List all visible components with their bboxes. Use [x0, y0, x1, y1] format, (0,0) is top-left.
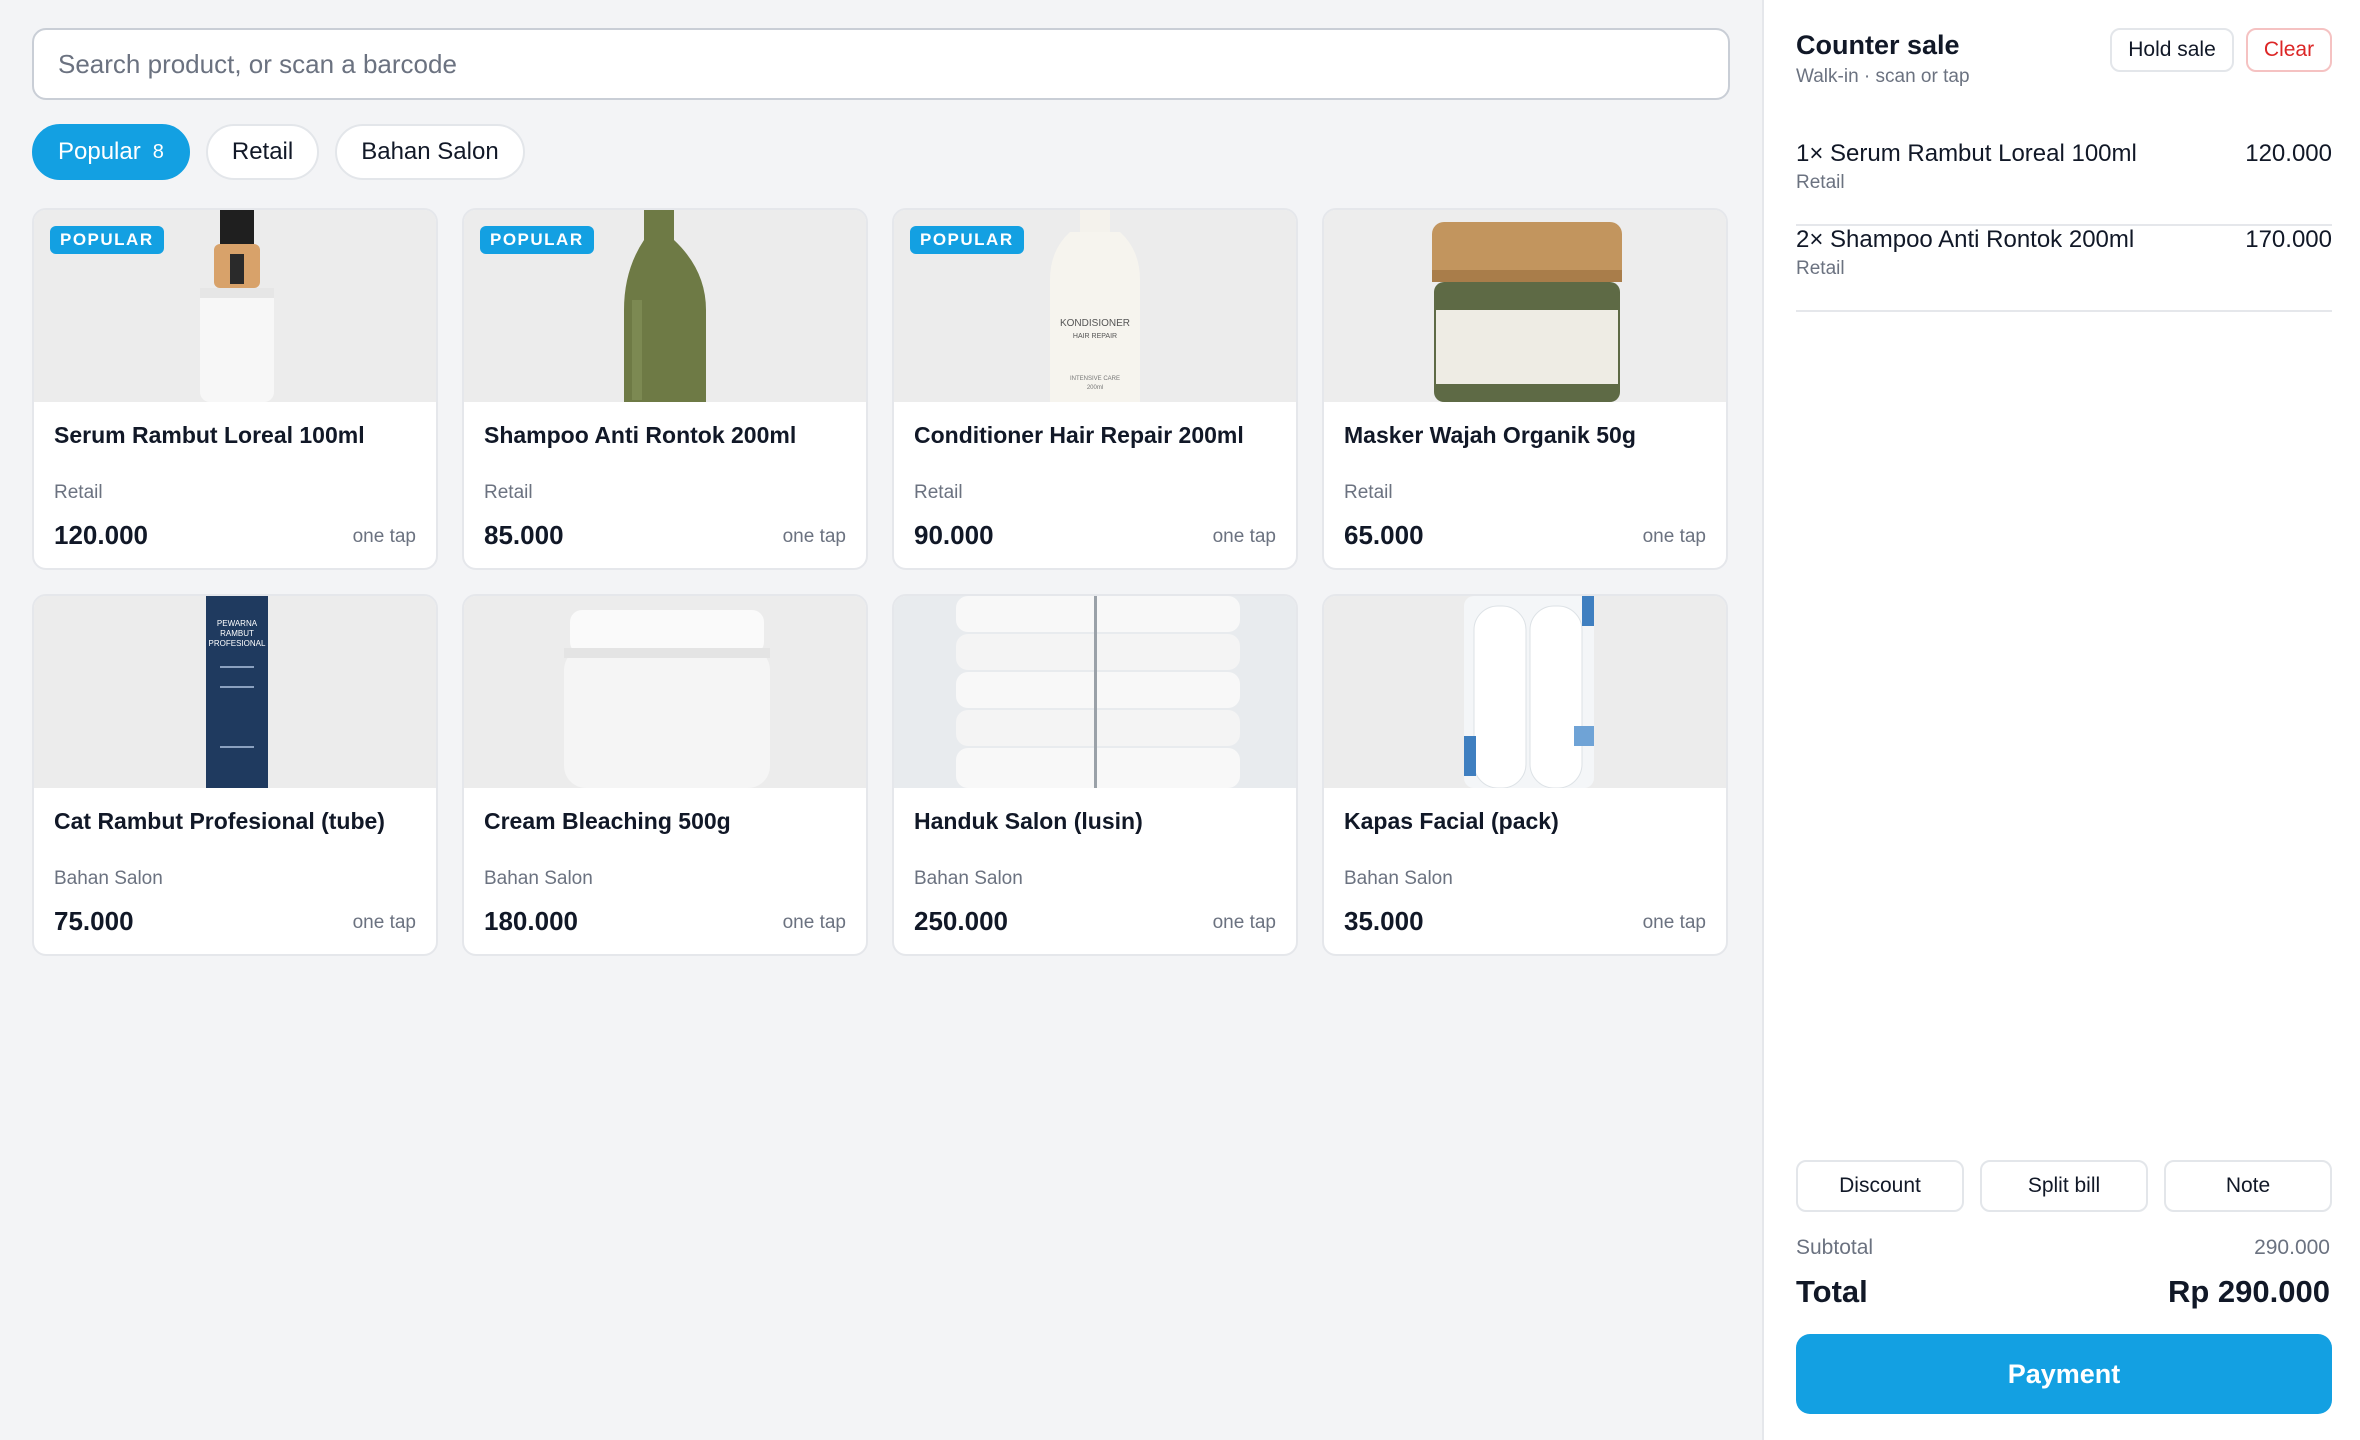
product-card[interactable]: POPULAR Shampoo Anti Rontok 200ml Retail…	[462, 208, 868, 570]
line-item-category: Retail	[1796, 258, 1845, 279]
product-price: 65.000	[1344, 520, 1424, 550]
line-item-amount: 120.000	[2245, 140, 2332, 167]
product-price: 180.000	[484, 906, 578, 936]
one-tap-label: one tap	[1642, 912, 1706, 933]
popular-badge: POPULAR	[910, 226, 1024, 254]
conditioner-label-line-1: KONDISIONER	[1060, 318, 1130, 329]
product-category: Bahan Salon	[1344, 868, 1453, 889]
subtotal-value: 290.000	[2254, 1236, 2330, 1259]
filter-count-badge: 8	[152, 140, 164, 163]
product-category: Bahan Salon	[484, 868, 593, 889]
tube-label-line-3: PROFESIONAL	[209, 639, 266, 648]
product-card[interactable]: KONDISIONER HAIR REPAIR INTENSIVE CARE 2…	[892, 208, 1298, 570]
product-price: 120.000	[54, 520, 148, 550]
search-bar[interactable]	[32, 28, 1730, 100]
total-value: Rp 290.000	[2168, 1274, 2330, 1309]
cotton-pack-icon	[1324, 596, 1726, 788]
category-filters: Popular 8 Retail Bahan Salon	[32, 124, 525, 180]
tube-label-line-1: PEWARNA	[217, 619, 258, 628]
product-price: 75.000	[54, 906, 134, 936]
product-price: 85.000	[484, 520, 564, 550]
payment-button[interactable]: Payment	[1796, 1334, 2332, 1414]
line-item-category: Retail	[1796, 172, 1845, 193]
subtotal-label: Subtotal	[1796, 1236, 1874, 1259]
product-price: 90.000	[914, 520, 994, 550]
total-label: Total	[1796, 1274, 1868, 1309]
filter-chip-popular[interactable]: Popular 8	[32, 124, 190, 180]
cart-line-item[interactable]: 1× Serum Rambut Loreal 100ml Retail 120.…	[1796, 140, 2332, 226]
discount-button[interactable]: Discount	[1796, 1160, 1964, 1212]
product-image: POPULAR	[464, 210, 866, 402]
product-image: KONDISIONER HAIR REPAIR INTENSIVE CARE 2…	[894, 210, 1296, 402]
tube-label-line-2: RAMBUT	[220, 629, 254, 638]
product-card[interactable]: POPULAR Serum Rambut Loreal 100ml Retail…	[32, 208, 438, 570]
product-price: 250.000	[914, 906, 1008, 936]
product-category: Retail	[54, 482, 103, 503]
filter-chip-label: Bahan Salon	[361, 138, 499, 165]
popular-badge: POPULAR	[50, 226, 164, 254]
filter-chip-bahan-salon[interactable]: Bahan Salon	[335, 124, 525, 180]
cream-tub-icon	[464, 596, 866, 788]
towel-stack-icon	[894, 596, 1296, 788]
product-image: PEWARNA RAMBUT PROFESIONAL	[34, 596, 436, 788]
product-name: Handuk Salon (lusin)	[914, 808, 1143, 834]
product-name: Conditioner Hair Repair 200ml	[914, 422, 1244, 448]
product-category: Bahan Salon	[54, 868, 163, 889]
product-card[interactable]: Masker Wajah Organik 50g Retail 65.000 o…	[1322, 208, 1728, 570]
search-input[interactable]	[58, 48, 1704, 80]
filter-chip-retail[interactable]: Retail	[205, 124, 320, 180]
one-tap-label: one tap	[1212, 526, 1276, 547]
one-tap-label: one tap	[782, 912, 846, 933]
product-name: Cat Rambut Profesional (tube)	[54, 808, 385, 834]
product-card[interactable]: Cream Bleaching 500g Bahan Salon 180.000…	[462, 594, 868, 956]
product-card[interactable]: Kapas Facial (pack) Bahan Salon 35.000 o…	[1322, 594, 1728, 956]
product-name: Masker Wajah Organik 50g	[1344, 422, 1636, 448]
one-tap-label: one tap	[1212, 912, 1276, 933]
hold-sale-button[interactable]: Hold sale	[2110, 28, 2234, 72]
line-item-name: 2× Shampoo Anti Rontok 200ml	[1796, 226, 2135, 253]
note-button[interactable]: Note	[2164, 1160, 2332, 1212]
filter-chip-label: Retail	[231, 138, 294, 165]
conditioner-label-line-4: 200ml	[1087, 385, 1103, 391]
conditioner-label-line-3: INTENSIVE CARE	[1070, 376, 1120, 382]
product-image	[894, 596, 1296, 788]
split-bill-button[interactable]: Split bill	[1980, 1160, 2148, 1212]
product-area: Popular 8 Retail Bahan Salon POPULAR	[0, 0, 1762, 1440]
product-name: Serum Rambut Loreal 100ml	[54, 422, 365, 448]
product-image	[1324, 210, 1726, 402]
cart-subtitle: Walk-in · scan or tap	[1796, 66, 1970, 87]
product-name: Kapas Facial (pack)	[1344, 808, 1559, 834]
clear-cart-button[interactable]: Clear	[2246, 28, 2332, 72]
product-category: Retail	[484, 482, 533, 503]
mask-jar-icon	[1324, 210, 1726, 402]
product-image: POPULAR	[34, 210, 436, 402]
product-grid: POPULAR Serum Rambut Loreal 100ml Retail…	[32, 208, 1730, 956]
conditioner-label-line-2: HAIR REPAIR	[1073, 333, 1117, 340]
product-category: Retail	[914, 482, 963, 503]
one-tap-label: one tap	[352, 526, 416, 547]
product-category: Bahan Salon	[914, 868, 1023, 889]
hair-dye-tube-icon: PEWARNA RAMBUT PROFESIONAL	[34, 596, 436, 788]
product-card[interactable]: Handuk Salon (lusin) Bahan Salon 250.000…	[892, 594, 1298, 956]
product-name: Shampoo Anti Rontok 200ml	[484, 422, 797, 448]
line-item-name: 1× Serum Rambut Loreal 100ml	[1796, 140, 2137, 167]
one-tap-label: one tap	[352, 912, 416, 933]
cart-line-item[interactable]: 2× Shampoo Anti Rontok 200ml Retail 170.…	[1796, 226, 2332, 312]
one-tap-label: one tap	[1642, 526, 1706, 547]
product-category: Retail	[1344, 482, 1393, 503]
cart-panel: Counter sale Walk-in · scan or tap Hold …	[1762, 0, 2360, 1440]
product-name: Cream Bleaching 500g	[484, 808, 731, 834]
line-item-amount: 170.000	[2245, 226, 2332, 253]
popular-badge: POPULAR	[480, 226, 594, 254]
product-image	[464, 596, 866, 788]
filter-chip-label: Popular	[58, 138, 141, 165]
one-tap-label: one tap	[782, 526, 846, 547]
cart-actions: Discount Split bill Note	[1796, 1160, 2332, 1212]
product-card[interactable]: PEWARNA RAMBUT PROFESIONAL Cat Rambut Pr…	[32, 594, 438, 956]
cart-title: Counter sale	[1796, 30, 1960, 60]
product-price: 35.000	[1344, 906, 1424, 936]
product-image	[1324, 596, 1726, 788]
